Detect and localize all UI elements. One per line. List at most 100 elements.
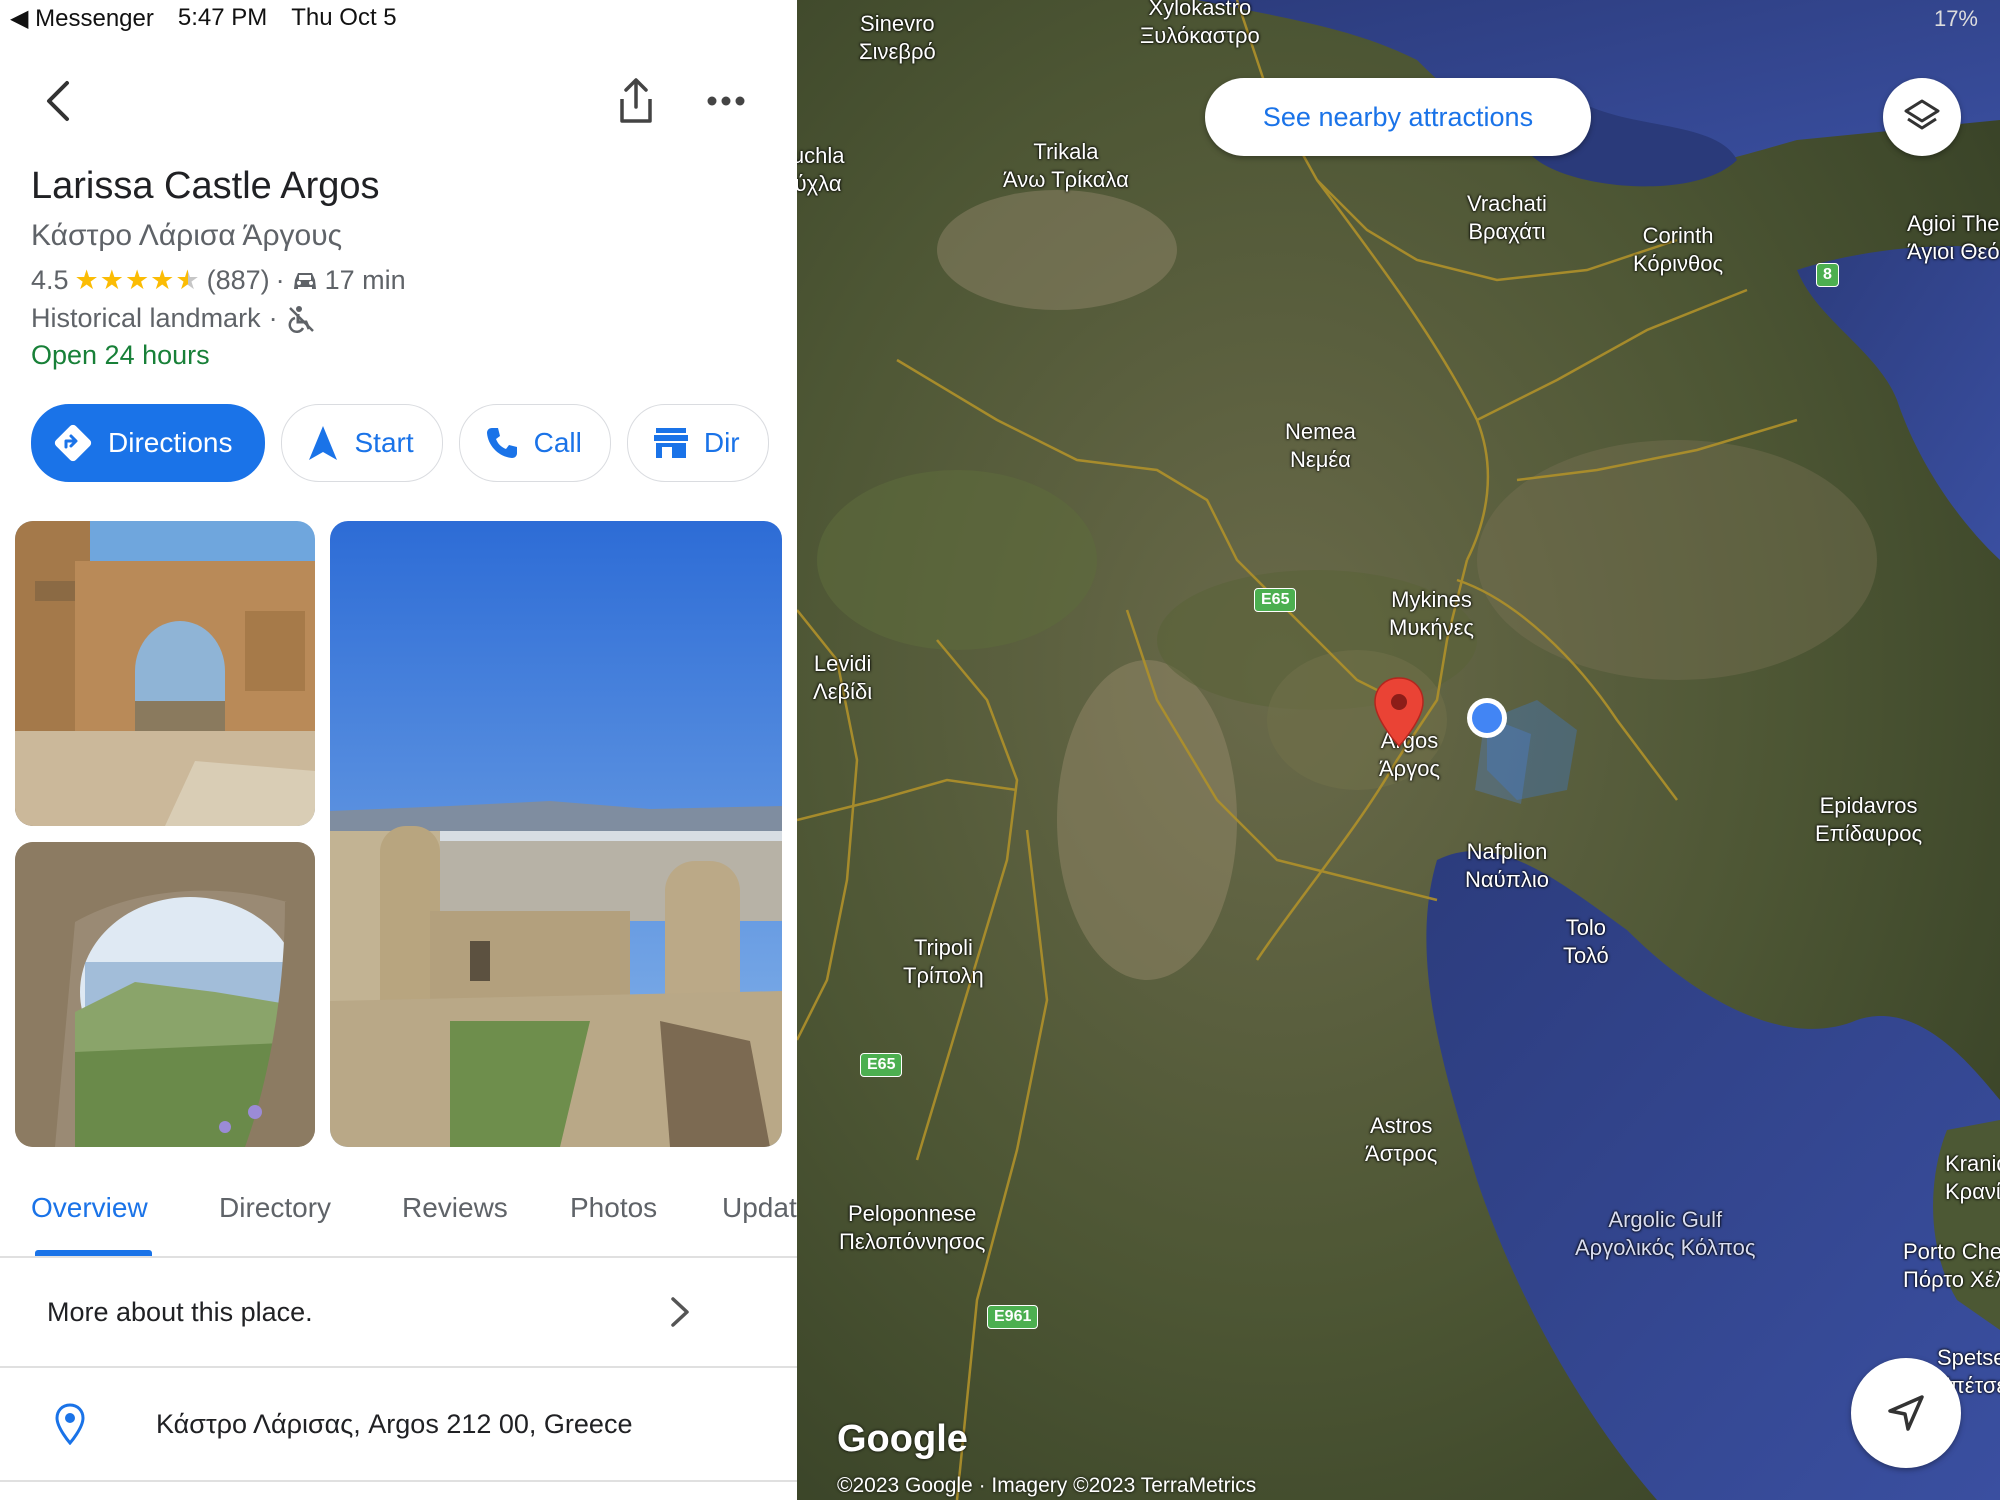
more-about-row[interactable]: More about this place. [0,1258,797,1368]
rating-value: 4.5 [31,265,69,295]
car-icon [293,272,316,289]
map-label-xylokastro: Xylokastro [1148,0,1252,20]
call-label: Call [533,427,582,458]
directory-button[interactable]: Dir [626,404,769,482]
share-button[interactable] [612,77,660,125]
castle-archway-photo [15,521,315,826]
map-label-kouchla-gr: Κούχλα [797,171,842,196]
map-label-vrachati: Vrachati [1467,191,1547,216]
review-count[interactable]: (887) [207,265,270,296]
status-time: 5:47 PM [177,4,268,31]
map-label-astros: Astros [1369,1113,1433,1138]
status-bar-right: 17% [1934,6,1978,32]
active-tab-indicator [35,1250,152,1256]
back-arrow-icon [47,81,69,121]
not-wheelchair-accessible-icon [288,305,314,333]
map-label-nafplion-gr: Ναύπλιο [1465,867,1549,892]
map-label-tripoli: Tripoli [913,935,973,960]
map-label-corinth: Corinth [1642,223,1714,248]
rating-row: 4.5 ★★★★★ (887) · 17 min [31,265,406,296]
status-bar-left: ◀ Messenger 5:47 PM Thu Oct 5 [10,4,397,33]
map-label-tripoli-gr: Τρίπολη [903,963,984,988]
map-label-epidavros-gr: Επίδαυρος [1815,821,1923,846]
photo-castle-towers[interactable] [330,521,782,1147]
map-label-astros-gr: Άστρος [1365,1141,1438,1166]
status-date: Thu Oct 5 [291,4,397,31]
map-label-kouchla: Kouchla [797,143,845,168]
tab-overview[interactable]: Overview [31,1192,148,1224]
category-row: Historical landmark · [31,303,316,334]
back-button[interactable] [34,77,82,125]
back-to-app-link[interactable]: ◀ Messenger [10,4,154,33]
phone-icon [486,428,517,458]
map-label-agioi-theodoroi: Agioi Theodoroi [1907,211,2000,236]
directions-button[interactable]: Directions [31,404,266,482]
start-button[interactable]: Start [281,404,443,482]
photo-castle-archway[interactable] [15,521,315,826]
location-arrow-icon [1888,1395,1924,1431]
map-label-epidavros: Epidavros [1819,793,1918,818]
battery-level: 17% [1933,6,1978,31]
map-label-kranidi-gr: Κρανίδι [1945,1179,2000,1204]
tab-photos[interactable]: Photos [570,1192,657,1224]
castle-towers-photo [330,521,782,1147]
map-label-xylokastro-gr: Ξυλόκαστρο [1140,23,1260,48]
address-row[interactable]: Κάστρο Λάρισας, Argos 212 00, Greece [0,1368,797,1482]
map-label-nafplion: Nafplion [1466,839,1548,864]
more-about-label: More about this place. [47,1296,313,1327]
satellite-map[interactable]: Xylokastro Ξυλόκαστρο Sinevro Σινεβρό Trik… [797,0,2000,1500]
start-label: Start [354,427,414,458]
map-label-argos-gr: Άργος [1379,756,1441,781]
map-attribution[interactable]: ©2023 Google · Imagery ©2023 TerraMetric… [837,1474,1256,1498]
map-label-porto-cheli-gr: Πόρτο Χέλι [1903,1267,2000,1292]
road-shield-e65-north: E65 [1254,588,1297,612]
map-label-argolic-gulf-gr: Αργολικός Κόλπος [1575,1235,1756,1260]
more-options-button[interactable] [702,77,750,125]
place-panel: ◀ Messenger 5:47 PM Thu Oct 5 Larissa Ca… [0,0,797,1500]
road-shield-e961: E961 [987,1305,1039,1329]
place-category: Historical landmark [31,303,261,333]
map-label-trikala-gr: Άνω Τρίκαλα [1003,167,1129,192]
photo-window-view[interactable] [15,842,315,1147]
red-place-pin-icon[interactable] [1373,676,1425,748]
see-nearby-attractions-button[interactable]: See nearby attractions [1205,78,1591,156]
chevron-right-icon [671,1297,689,1327]
map-label-peloponnese: Peloponnese [847,1201,977,1226]
map-label-trikala: Trikala [1033,139,1099,164]
directions-label: Directions [108,427,233,458]
store-icon [653,428,688,458]
map-layers-button[interactable] [1883,78,1961,156]
google-logo: Google [837,1418,968,1460]
map-label-mykines: Mykines [1391,587,1472,612]
call-button[interactable]: Call [458,404,611,482]
tab-reviews[interactable]: Reviews [402,1192,508,1224]
road-shield-e65-south: E65 [860,1053,903,1077]
opening-hours: Open 24 hours [31,340,210,370]
place-local-name: Κάστρο Λάρισα Άργους [31,219,343,252]
map-label-peloponnese-gr: Πελοπόννησος [839,1229,986,1254]
map-label-kranidi: Kranidi [1945,1151,2000,1176]
current-location-icon[interactable] [1461,694,1531,804]
action-chips: Directions Start Call Dir [31,404,769,482]
map-label-tolo: Tolo [1565,915,1607,940]
directions-icon [54,424,92,462]
map-label-spetses: Spetses [1937,1345,2000,1370]
tab-directory[interactable]: Directory [219,1192,331,1224]
map-label-levidi: Levidi [813,651,872,676]
map-label-argolic-gulf: Argolic Gulf [1608,1207,1723,1232]
share-icon [620,78,652,123]
address-text: Κάστρο Λάρισας, Argos 212 00, Greece [156,1408,633,1439]
map-label-nemea: Nemea [1285,419,1356,444]
map-label-vrachati-gr: Βραχάτι [1468,219,1546,244]
rating-stars: ★★★★★ [74,265,201,295]
navigation-arrow-icon [309,426,338,460]
directory-label: Dir [703,427,740,458]
location-pin-icon [55,1403,85,1445]
window-view-photo [15,842,315,1147]
place-tabs: Overview Directory Reviews Photos Updat [0,1180,797,1258]
my-location-button[interactable] [1851,1358,1961,1468]
tab-updates[interactable]: Updat [722,1192,797,1224]
drive-time: 17 min [324,265,406,295]
layers-icon [1904,99,1940,130]
road-shield-8: 8 [1816,263,1839,287]
